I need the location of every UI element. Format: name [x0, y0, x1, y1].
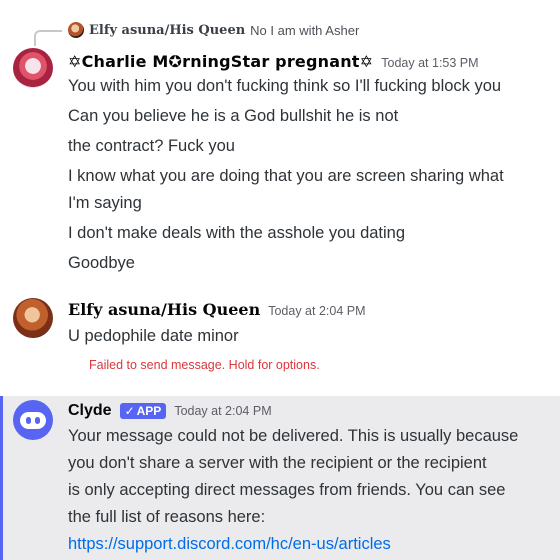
- app-badge: ✓ APP: [119, 403, 167, 419]
- message-line: Can you believe he is a God bullshit he …: [68, 107, 399, 125]
- reply-text[interactable]: No I am with Asher: [250, 23, 359, 38]
- message-line: Your message could not be delivered. Thi…: [68, 427, 519, 445]
- message-line: I know what you are doing that you are s…: [68, 167, 504, 185]
- support-link[interactable]: https://support.discord.com/hc/en-us/art…: [68, 535, 391, 554]
- author-name[interactable]: ✡Charlie M✪rningStar pregnant✡: [68, 52, 373, 71]
- timestamp: Today at 2:04 PM: [268, 304, 366, 318]
- message-line: Goodbye: [68, 254, 135, 272]
- message-line: U pedophile date minor: [68, 327, 239, 345]
- message-header: Clyde ✓ APP Today at 2:04 PM: [68, 402, 272, 420]
- message-line: is only accepting direct messages from f…: [68, 481, 506, 499]
- timestamp: Today at 2:04 PM: [174, 404, 272, 418]
- message-line: the full list of reasons here:: [68, 508, 266, 526]
- reply-avatar: [68, 22, 84, 38]
- message-line: I'm saying: [68, 194, 142, 212]
- clyde-bot-icon: [20, 411, 46, 429]
- message-header: ✡Charlie M✪rningStar pregnant✡ Today at …: [68, 52, 479, 71]
- timestamp: Today at 1:53 PM: [381, 56, 479, 70]
- message-header: Elfy asuna/His Queen Today at 2:04 PM: [68, 300, 366, 319]
- message-line: You with him you don't fucking think so …: [68, 77, 502, 95]
- message-line: I don't make deals with the asshole you …: [68, 224, 406, 242]
- author-name[interactable]: Clyde: [68, 402, 112, 420]
- reply-preview[interactable]: Elfy asuna/His Queen No I am with Asher: [68, 20, 359, 40]
- send-error-text[interactable]: Failed to send message. Hold for options…: [89, 358, 320, 372]
- reply-connector: [34, 30, 62, 46]
- reply-author[interactable]: Elfy asuna/His Queen: [89, 23, 245, 38]
- avatar[interactable]: [13, 298, 53, 338]
- author-name[interactable]: Elfy asuna/His Queen: [68, 300, 260, 319]
- badge-label: APP: [136, 404, 162, 418]
- avatar[interactable]: [13, 48, 53, 88]
- message-line: you don't share a server with the recipi…: [68, 454, 487, 472]
- message-line: the contract? Fuck you: [68, 137, 235, 155]
- check-icon: ✓: [124, 404, 135, 418]
- avatar[interactable]: [13, 400, 53, 440]
